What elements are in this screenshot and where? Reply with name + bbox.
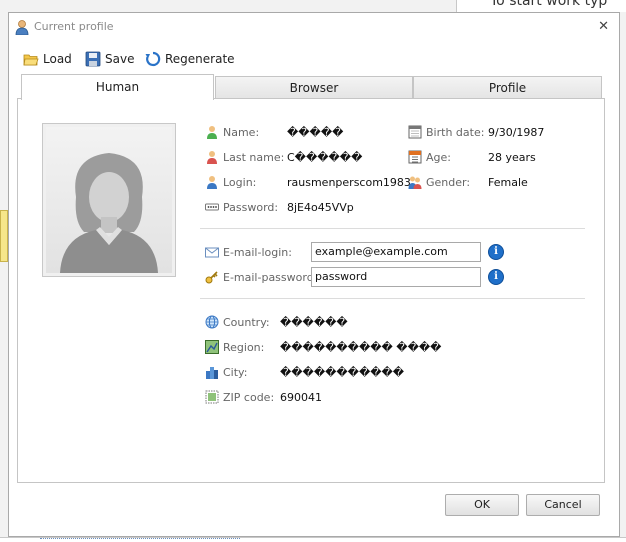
last-name-field: Last name: — [205, 149, 284, 165]
country-value: ������ — [280, 316, 348, 329]
email-login-label: E-mail-login: — [223, 245, 292, 259]
couple-icon — [408, 175, 422, 189]
region-field: Region: — [205, 339, 264, 355]
title-bar: Current profile ✕ — [9, 13, 619, 41]
calendar-icon — [408, 125, 422, 139]
separator — [200, 228, 585, 229]
email-password-info-icon[interactable]: i — [488, 269, 504, 285]
female-avatar-image — [46, 127, 172, 273]
country-label: Country: — [223, 315, 270, 329]
zip-label: ZIP code: — [223, 390, 275, 404]
country-field: Country: — [205, 314, 270, 330]
email-login-field: E-mail-login: — [205, 244, 292, 260]
profile-photo — [42, 123, 176, 277]
name-field: Name: — [205, 124, 259, 140]
name-label: Name: — [223, 125, 260, 139]
human-panel: Name: ����� Last name: C������ Login: ra… — [17, 98, 605, 483]
password-label: Password: — [223, 200, 279, 214]
close-icon[interactable]: ✕ — [598, 19, 609, 34]
age-field: Age: — [408, 149, 451, 165]
window-title: Current profile — [34, 20, 114, 33]
birth-date-value: 9/30/1987 — [488, 126, 545, 139]
tab-bar: Human Browser Profile — [21, 74, 605, 100]
birth-date-label: Birth date: — [426, 125, 485, 139]
background-hint-text: To start work typ — [490, 0, 608, 9]
separator — [200, 298, 585, 299]
tab-human[interactable]: Human — [21, 74, 214, 100]
email-password-label: E-mail-password: — [223, 270, 318, 284]
save-label: Save — [105, 52, 135, 66]
postal-stamp-icon — [205, 390, 219, 404]
region-value: ���������� ���� — [280, 341, 442, 354]
zip-value: 690041 — [280, 391, 322, 404]
key-icon — [205, 270, 219, 284]
load-label: Load — [43, 52, 72, 66]
person-blue-icon — [205, 175, 219, 189]
person-red-icon — [205, 150, 219, 164]
gender-value: Female — [488, 176, 528, 189]
email-password-field: E-mail-password: — [205, 269, 317, 285]
region-label: Region: — [223, 340, 265, 354]
email-password-input[interactable]: password — [311, 267, 481, 287]
age-value: 28 years — [488, 151, 536, 164]
tab-browser[interactable]: Browser — [215, 76, 413, 100]
zip-field: ZIP code: — [205, 389, 274, 405]
login-field: Login: — [205, 174, 256, 190]
globe-icon — [205, 315, 219, 329]
floppy-disk-icon — [85, 51, 101, 67]
age-label: Age: — [426, 150, 451, 164]
folder-open-icon — [23, 51, 39, 67]
city-buildings-icon — [205, 365, 219, 379]
user-icon — [15, 19, 29, 36]
map-icon — [205, 340, 219, 354]
tab-profile[interactable]: Profile — [413, 76, 602, 100]
calendar-day-icon — [408, 150, 422, 164]
save-button[interactable]: Save — [85, 49, 134, 69]
gender-field: Gender: — [408, 174, 470, 190]
refresh-icon — [145, 51, 161, 67]
regenerate-button[interactable]: Regenerate — [145, 49, 235, 69]
profile-dialog: Current profile ✕ Load Save Regenerate H… — [8, 12, 620, 537]
email-login-input[interactable]: example@example.com — [311, 242, 481, 262]
background-strip — [0, 210, 8, 262]
person-green-icon — [205, 125, 219, 139]
password-value: 8jE4o45VVp — [287, 201, 354, 214]
birth-date-field: Birth date: — [408, 124, 484, 140]
city-field: City: — [205, 364, 247, 380]
last-name-value: C������ — [287, 151, 363, 164]
password-dots-icon — [205, 200, 219, 214]
login-label: Login: — [223, 175, 257, 189]
city-value: ����������� — [280, 366, 405, 379]
regenerate-label: Regenerate — [165, 52, 235, 66]
last-name-label: Last name: — [223, 150, 285, 164]
password-field: Password: — [205, 199, 278, 215]
cancel-button[interactable]: Cancel — [526, 494, 600, 516]
gender-label: Gender: — [426, 175, 471, 189]
background-dots — [40, 538, 240, 540]
login-value: rausmenperscom1983 — [287, 176, 411, 189]
name-value: ����� — [287, 126, 344, 139]
email-login-info-icon[interactable]: i — [488, 244, 504, 260]
envelope-icon — [205, 245, 219, 259]
city-label: City: — [223, 365, 248, 379]
ok-button[interactable]: OK — [445, 494, 519, 516]
load-button[interactable]: Load — [23, 49, 72, 69]
